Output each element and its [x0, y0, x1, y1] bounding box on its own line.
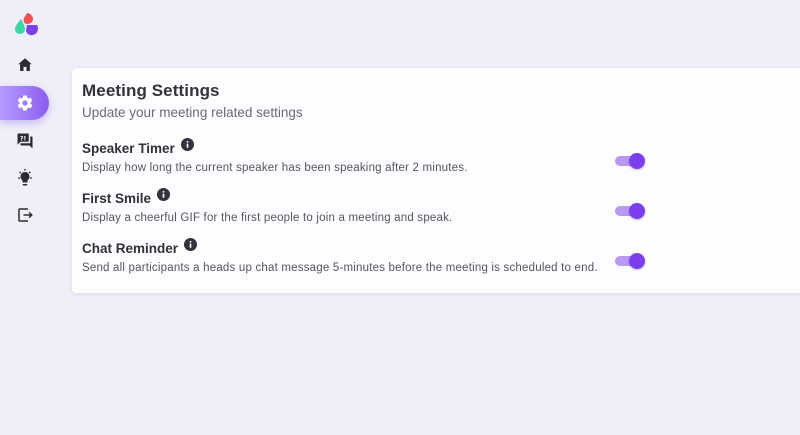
lightbulb-icon	[17, 169, 32, 186]
info-icon[interactable]	[157, 188, 171, 201]
setting-title: Speaker Timer	[82, 141, 175, 156]
toggle-knob	[629, 203, 645, 219]
setting-title: Chat Reminder	[82, 241, 179, 256]
nav-item-exit[interactable]	[0, 198, 49, 232]
logout-icon	[17, 208, 33, 222]
toggle-knob	[629, 153, 645, 169]
chat-reminder-toggle[interactable]	[615, 253, 645, 269]
speaker-timer-toggle[interactable]	[615, 153, 645, 169]
setting-description: Display how long the current speaker has…	[82, 162, 468, 174]
svg-text:?!: ?!	[20, 135, 26, 142]
nav-item-home[interactable]	[0, 48, 49, 82]
setting-speaker-timer: Speaker Timer Display how long the curre…	[82, 138, 792, 181]
sidebar: ?!	[0, 0, 52, 435]
page-title: Meeting Settings	[82, 81, 220, 100]
nav-item-ideas[interactable]	[0, 161, 49, 195]
first-smile-toggle[interactable]	[615, 203, 645, 219]
setting-description: Display a cheerful GIF for the first peo…	[82, 212, 453, 224]
nav-item-settings[interactable]	[0, 86, 49, 120]
setting-chat-reminder: Chat Reminder Send all participants a he…	[82, 238, 792, 281]
meeting-settings-card: Meeting Settings Update your meeting rel…	[72, 68, 800, 293]
setting-first-smile: First Smile Display a cheerful GIF for t…	[82, 188, 792, 231]
setting-description: Send all participants a heads up chat me…	[82, 262, 598, 274]
info-icon[interactable]	[180, 138, 194, 151]
setting-title: First Smile	[82, 191, 152, 206]
app-logo[interactable]	[13, 10, 41, 38]
question-chat-icon: ?!	[17, 133, 32, 149]
home-icon	[17, 58, 32, 71]
page-subtitle: Update your meeting related settings	[82, 105, 303, 120]
toggle-knob	[629, 253, 645, 269]
nav-item-questions[interactable]: ?!	[0, 124, 49, 158]
app-root: ?! Meeting Settings Update your meeting …	[0, 0, 800, 435]
gear-icon	[17, 95, 32, 111]
info-icon[interactable]	[184, 238, 198, 251]
